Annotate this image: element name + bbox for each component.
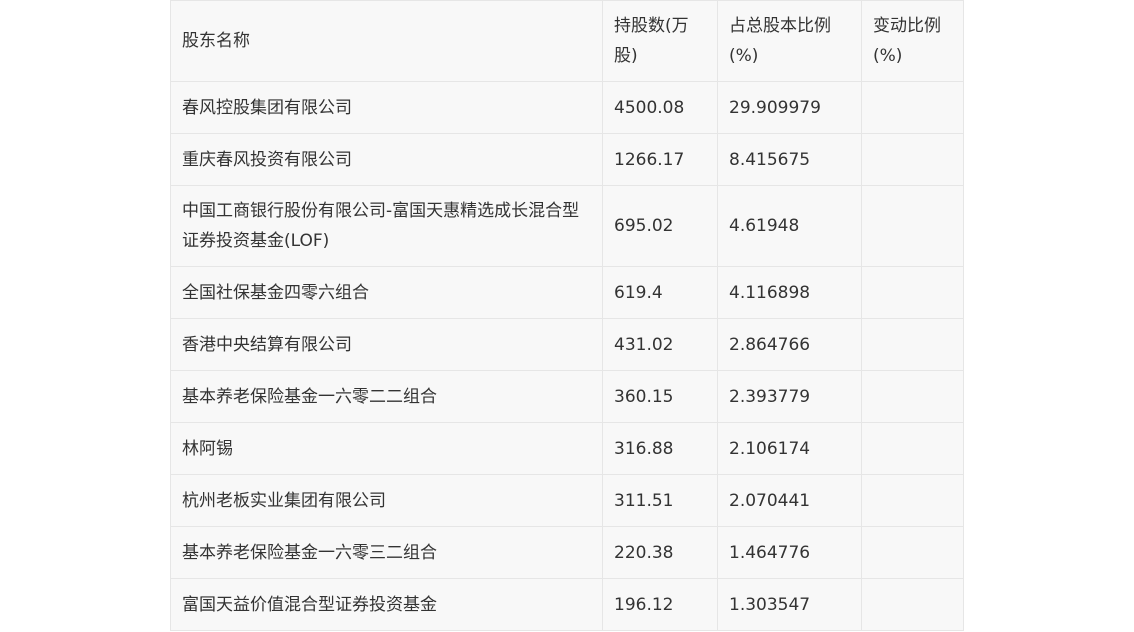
cell-shares: 360.15 [602,370,718,423]
cell-ratio: 8.415675 [717,133,862,186]
header-ratio: 占总股本比例(%) [717,0,862,82]
cell-name: 中国工商银行股份有限公司-富国天惠精选成长混合型证券投资基金(LOF) [170,185,603,267]
cell-shares: 316.88 [602,422,718,475]
table-row: 中国工商银行股份有限公司-富国天惠精选成长混合型证券投资基金(LOF) 695.… [170,185,964,267]
header-change: 变动比例(%) [861,0,964,82]
table-row: 基本养老保险基金一六零三二组合 220.38 1.464776 [170,526,964,579]
shareholder-table-container: 股东名称 持股数(万股) 占总股本比例(%) 变动比例(%) 春风控股集团有限公… [170,0,964,631]
cell-ratio: 2.393779 [717,370,862,423]
cell-change [861,370,964,423]
header-shareholder-name: 股东名称 [170,0,603,82]
cell-change [861,526,964,579]
cell-shares: 220.38 [602,526,718,579]
header-shares: 持股数(万股) [602,0,718,82]
table-row: 全国社保基金四零六组合 619.4 4.116898 [170,266,964,319]
cell-ratio: 1.303547 [717,578,862,631]
cell-name: 基本养老保险基金一六零三二组合 [170,526,603,579]
cell-name: 林阿锡 [170,422,603,475]
cell-shares: 431.02 [602,318,718,371]
cell-change [861,266,964,319]
table-row: 杭州老板实业集团有限公司 311.51 2.070441 [170,474,964,527]
cell-ratio: 4.116898 [717,266,862,319]
cell-change [861,318,964,371]
table-row: 重庆春风投资有限公司 1266.17 8.415675 [170,133,964,186]
table-row: 香港中央结算有限公司 431.02 2.864766 [170,318,964,371]
cell-ratio: 2.106174 [717,422,862,475]
cell-shares: 619.4 [602,266,718,319]
cell-ratio: 1.464776 [717,526,862,579]
cell-name: 全国社保基金四零六组合 [170,266,603,319]
cell-change [861,578,964,631]
table-row: 春风控股集团有限公司 4500.08 29.909979 [170,81,964,134]
cell-change [861,185,964,267]
table-row: 基本养老保险基金一六零二二组合 360.15 2.393779 [170,370,964,423]
table-row: 富国天益价值混合型证券投资基金 196.12 1.303547 [170,578,964,631]
shareholder-table: 股东名称 持股数(万股) 占总股本比例(%) 变动比例(%) 春风控股集团有限公… [170,0,964,631]
cell-ratio: 29.909979 [717,81,862,134]
cell-shares: 196.12 [602,578,718,631]
table-row: 林阿锡 316.88 2.106174 [170,422,964,475]
cell-shares: 695.02 [602,185,718,267]
table-header-row: 股东名称 持股数(万股) 占总股本比例(%) 变动比例(%) [170,0,964,82]
cell-ratio: 4.61948 [717,185,862,267]
cell-name: 香港中央结算有限公司 [170,318,603,371]
cell-ratio: 2.070441 [717,474,862,527]
cell-name: 春风控股集团有限公司 [170,81,603,134]
cell-name: 杭州老板实业集团有限公司 [170,474,603,527]
cell-change [861,133,964,186]
cell-change [861,81,964,134]
cell-shares: 4500.08 [602,81,718,134]
cell-name: 基本养老保险基金一六零二二组合 [170,370,603,423]
cell-shares: 311.51 [602,474,718,527]
cell-change [861,474,964,527]
cell-name: 重庆春风投资有限公司 [170,133,603,186]
cell-shares: 1266.17 [602,133,718,186]
cell-change [861,422,964,475]
cell-name: 富国天益价值混合型证券投资基金 [170,578,603,631]
cell-ratio: 2.864766 [717,318,862,371]
